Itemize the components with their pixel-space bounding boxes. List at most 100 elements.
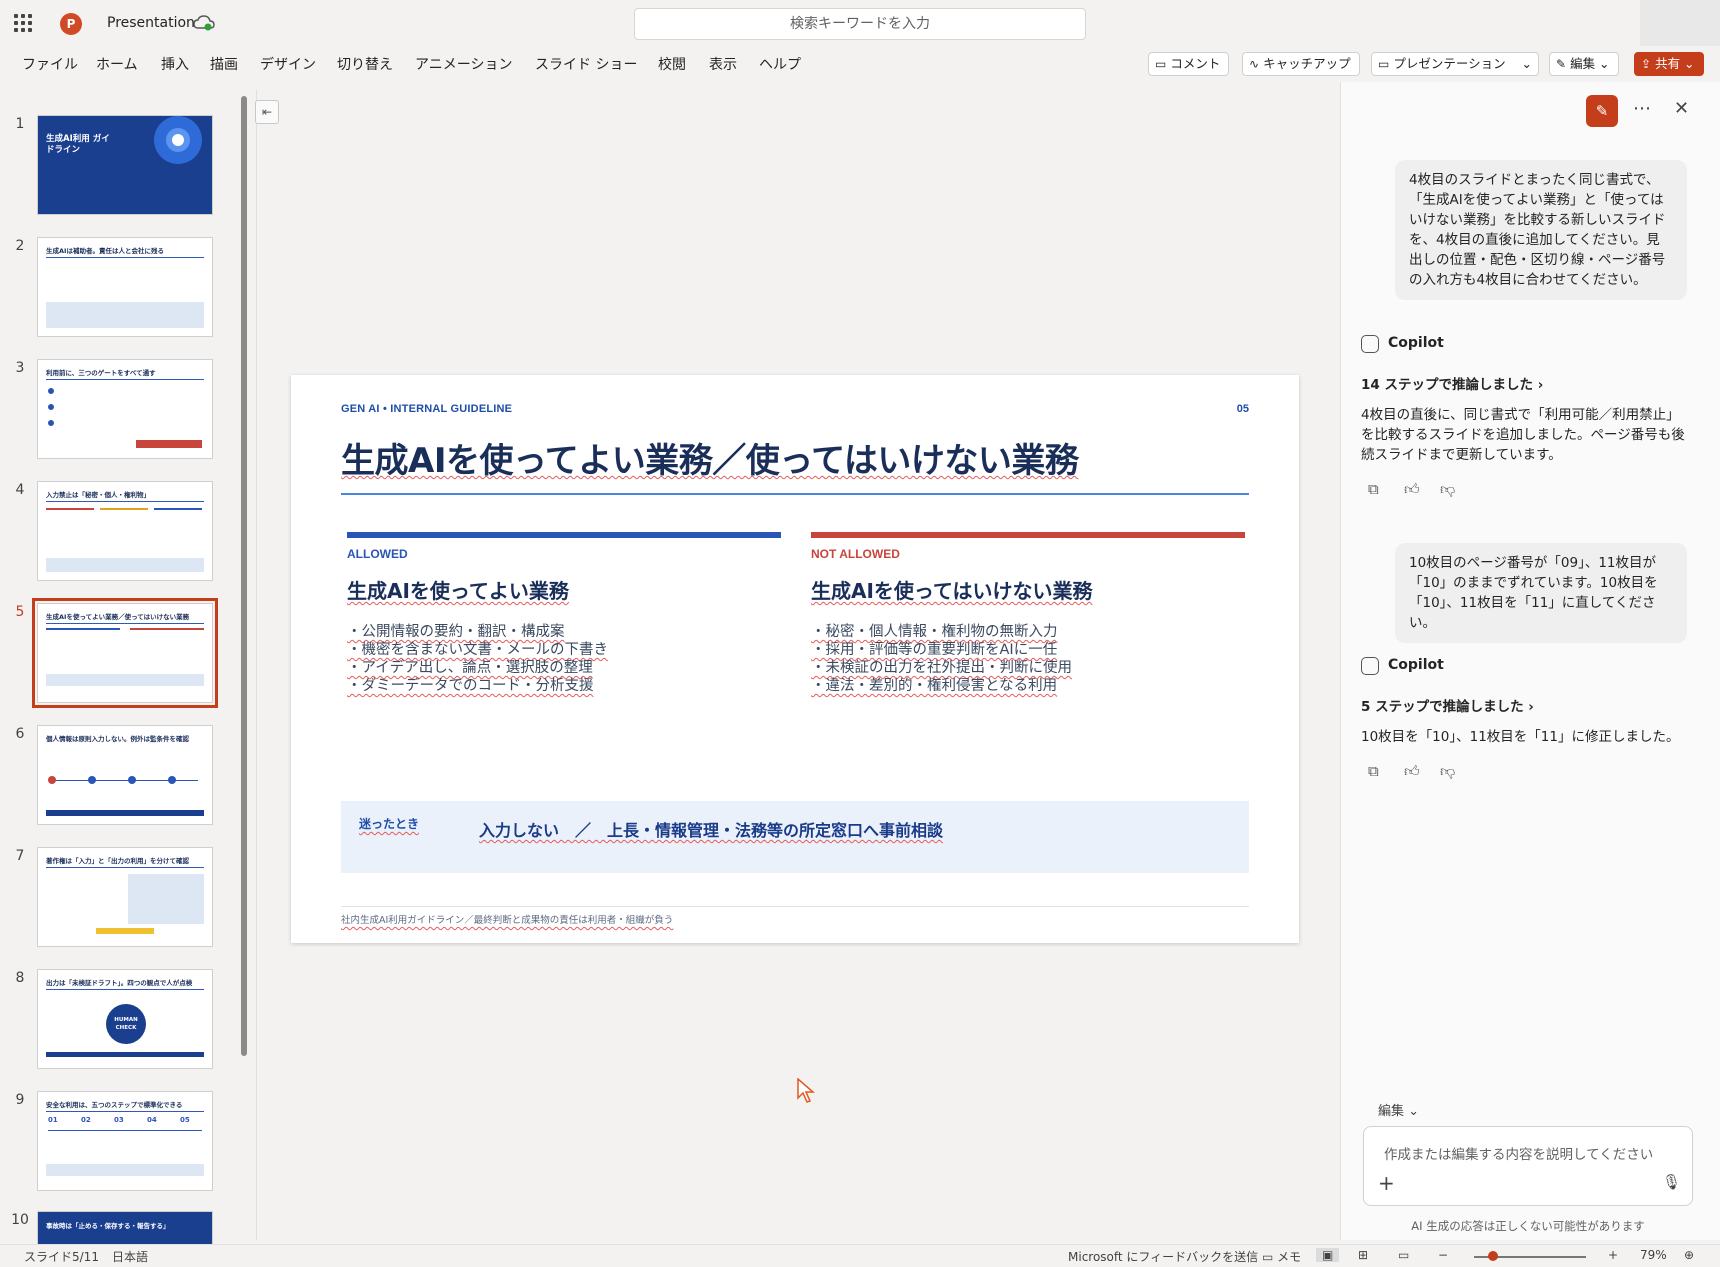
- thumb-number: 2: [15, 238, 25, 254]
- slide-counter: スライド5/11: [24, 1250, 99, 1264]
- normal-view-icon[interactable]: ▣: [1316, 1248, 1340, 1262]
- menu-slideshow[interactable]: スライド ショー: [535, 54, 637, 74]
- present-button[interactable]: ▭ プレゼンテーション ⌄: [1371, 52, 1539, 76]
- reasoning-toggle[interactable]: 14 ステップで推論しました ›: [1361, 373, 1543, 393]
- comment-button[interactable]: ▭ コメント: [1148, 52, 1230, 76]
- thumbs-up-icon[interactable]: 👍︎: [1404, 762, 1420, 781]
- copilot-icon: [1361, 657, 1379, 675]
- slide-sorter-icon[interactable]: ⊞: [1358, 1248, 1368, 1262]
- notes-button[interactable]: ▭ メモ: [1262, 1248, 1301, 1265]
- list-item: ・違法・差別的・権利侵害となる利用: [811, 678, 1058, 694]
- slide-thumbnail-4[interactable]: 入力禁止は「秘密・個人・権利物」: [37, 481, 213, 581]
- zoom-out-icon[interactable]: −: [1438, 1248, 1448, 1262]
- share-button[interactable]: ⇪ 共有 ⌄: [1634, 52, 1704, 76]
- thumb-number: 8: [15, 970, 25, 986]
- collapse-thumbnails-icon[interactable]: ⇤: [255, 100, 279, 124]
- thumb-number: 1: [15, 116, 25, 132]
- list-item: ・採用・評価等の重要判断をAIに一任: [811, 642, 1058, 658]
- slide-thumbnail-10[interactable]: 事故時は「止める・保存する・報告する」: [37, 1211, 213, 1245]
- zoom-slider-handle[interactable]: [1488, 1251, 1498, 1261]
- slide-thumbnail-7[interactable]: 著作権は「入力」と「出力の利用」を分けて確認: [37, 847, 213, 947]
- app-launcher-icon[interactable]: [14, 14, 32, 32]
- thumb-number: 9: [15, 1092, 25, 1108]
- assistant-message: 10枚目を「10」、11枚目を「11」に修正しました。: [1361, 729, 1680, 745]
- thumbs-down-icon[interactable]: 👎︎: [1440, 762, 1455, 781]
- notes-icon: ▭: [1262, 1250, 1274, 1264]
- thumbnail-scrollbar[interactable]: [241, 96, 247, 1056]
- chevron-right-icon: ›: [1537, 377, 1544, 393]
- allowed-title[interactable]: 生成AIを使ってよい業務: [347, 575, 569, 604]
- share-icon: ⇪: [1641, 57, 1652, 71]
- catchup-button[interactable]: ∿ キャッチアップ: [1242, 52, 1360, 76]
- close-icon[interactable]: ✕: [1674, 98, 1689, 119]
- decorative-ring: [166, 128, 190, 152]
- list-item: ・機密を含まない文書・メールの下書き: [347, 642, 608, 658]
- callout-box[interactable]: 迷ったとき 入力しない ／ 上長・情報管理・法務等の所定窓口へ事前相談: [341, 801, 1249, 873]
- zoom-level[interactable]: 79%: [1640, 1248, 1667, 1262]
- powerpoint-logo-icon: P: [60, 13, 82, 35]
- thumb-number: 10: [11, 1212, 29, 1228]
- thumb-number: 3: [15, 360, 25, 376]
- mode-selector[interactable]: 編集 ⌄: [1378, 1100, 1419, 1119]
- edit-mode-button[interactable]: ✎ 編集 ⌄: [1549, 52, 1619, 76]
- not-allowed-label: NOT ALLOWED: [811, 547, 900, 561]
- window-controls: [1640, 0, 1720, 46]
- slide-thumbnail-8[interactable]: 出力は「未検証ドラフト」。四つの観点で人が点検 HUMAN CHECK: [37, 969, 213, 1069]
- slide-thumbnail-5-selected[interactable]: 生成AIを使ってよい業務／使ってはいけない業務: [32, 598, 218, 708]
- slide-thumbnail-9[interactable]: 安全な利用は、五つのステップで標準化できる 01 02 03 04 05: [37, 1091, 213, 1191]
- copilot-icon: [1361, 335, 1379, 353]
- thumb-number: 7: [15, 848, 25, 864]
- allowed-bar: [347, 532, 781, 538]
- fit-to-window-icon[interactable]: ⊕: [1684, 1248, 1694, 1262]
- comment-icon: ▭: [1155, 57, 1167, 71]
- mouse-cursor-icon: [797, 1078, 815, 1103]
- zoom-in-icon[interactable]: +: [1608, 1248, 1618, 1262]
- slideshow-view-icon[interactable]: ▭: [1398, 1248, 1409, 1262]
- menu-insert[interactable]: 挿入: [161, 54, 189, 74]
- slide-thumbnail-6[interactable]: 個人情報は原則入力しない。例外は監条件を確認: [37, 725, 213, 825]
- list-item: ・アイデア出し、論点・選択肢の整理: [347, 660, 593, 676]
- menu-animations[interactable]: アニメーション: [415, 54, 512, 74]
- thumb-number: 6: [15, 726, 25, 742]
- copy-icon[interactable]: ⧉: [1368, 762, 1379, 780]
- slide-title[interactable]: 生成AIを使ってよい業務／使ってはいけない業務: [341, 433, 1079, 482]
- menu-transitions[interactable]: 切り替え: [337, 54, 393, 74]
- chevron-right-icon: ›: [1528, 699, 1534, 715]
- menu-draw[interactable]: 描画: [210, 54, 238, 74]
- chevron-down-icon[interactable]: ⌄: [1522, 53, 1532, 75]
- slide-thumbnail-1[interactable]: 生成AI利用 ガイドライン: [37, 115, 213, 215]
- thumbs-up-icon[interactable]: 👍︎: [1404, 480, 1420, 499]
- cloud-saved-icon[interactable]: [193, 14, 215, 32]
- pencil-icon: ✎: [1556, 57, 1567, 71]
- document-title[interactable]: Presentation: [107, 15, 195, 31]
- slide-thumbnail-2[interactable]: 生成AIは補助者。責任は人と会社に残る: [37, 237, 213, 337]
- add-icon[interactable]: +: [1378, 1171, 1395, 1195]
- not-allowed-title[interactable]: 生成AIを使ってはいけない業務: [811, 575, 1093, 604]
- present-icon: ▭: [1378, 57, 1390, 71]
- microphone-icon[interactable]: 🎙︎: [1662, 1173, 1681, 1191]
- assistant-message: 4枚目の直後に、同じ書式で「利用可能／利用禁止」を比較するスライドを追加しました…: [1361, 407, 1685, 463]
- slide-eyebrow: GEN AI • INTERNAL GUIDELINE: [341, 403, 513, 415]
- feedback-link[interactable]: Microsoft にフィードバックを送信: [1068, 1248, 1258, 1265]
- current-slide[interactable]: GEN AI • INTERNAL GUIDELINE 05 生成AIを使ってよ…: [291, 375, 1299, 943]
- more-options-icon[interactable]: ⋯: [1633, 98, 1651, 119]
- menu-review[interactable]: 校閲: [658, 54, 686, 74]
- menu-view[interactable]: 表示: [709, 54, 737, 74]
- allowed-list[interactable]: ・公開情報の要約・翻訳・構成案 ・機密を含まない文書・メールの下書き ・アイデア…: [347, 623, 608, 695]
- not-allowed-list[interactable]: ・秘密・個人情報・権利物の無断入力 ・採用・評価等の重要判断をAIに一任 ・未検…: [811, 623, 1072, 695]
- menu-help[interactable]: ヘルプ: [759, 54, 801, 74]
- menu-home[interactable]: ホーム: [96, 54, 138, 74]
- new-chat-icon[interactable]: ✎: [1586, 95, 1618, 127]
- prompt-input[interactable]: 作成または編集する内容を説明してください + 🎙︎: [1363, 1126, 1693, 1206]
- callout-text: 入力しない ／ 上長・情報管理・法務等の所定窓口へ事前相談: [479, 821, 944, 840]
- slide-thumbnail-3[interactable]: 利用前に、三つのゲートをすべて通す: [37, 359, 213, 459]
- not-allowed-bar: [811, 532, 1245, 538]
- language-indicator[interactable]: 日本語: [112, 1248, 148, 1265]
- copy-icon[interactable]: ⧉: [1368, 480, 1379, 498]
- menu-file[interactable]: ファイル: [22, 54, 78, 74]
- menu-design[interactable]: デザイン: [260, 54, 316, 74]
- search-input[interactable]: 検索キーワードを入力: [634, 8, 1086, 40]
- thumbs-down-icon[interactable]: 👎︎: [1440, 480, 1455, 499]
- reasoning-toggle[interactable]: 5 ステップで推論しました ›: [1361, 695, 1534, 715]
- footer-divider: [341, 906, 1249, 907]
